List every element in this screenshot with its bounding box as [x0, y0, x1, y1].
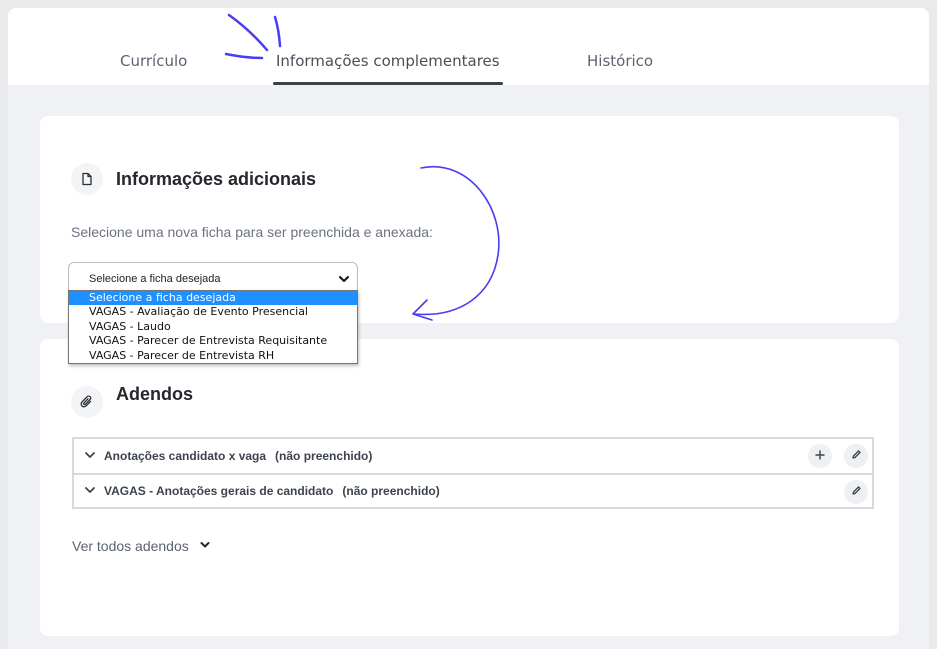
section-title-adendos: Adendos — [116, 384, 194, 404]
tab-curriculo[interactable]: Currículo — [120, 52, 187, 70]
pencil-icon — [851, 449, 862, 463]
adendos-list: Anotações candidato x vaga (não preenchi… — [72, 437, 874, 509]
edit-adendo-button[interactable] — [844, 480, 868, 504]
dropdown-option[interactable]: Selecione a ficha desejada — [69, 291, 357, 306]
tab-informacoes-complementares[interactable]: Informações complementares — [276, 52, 500, 70]
document-icon — [71, 163, 103, 195]
chevron-down-icon — [199, 538, 211, 554]
paperclip-icon — [71, 386, 103, 418]
dropdown-option[interactable]: VAGAS - Avaliação de Evento Presencial — [69, 305, 357, 319]
adendos-card: Adendos Anotações candidato x vaga (não … — [40, 339, 899, 636]
chevron-down-icon[interactable] — [84, 484, 96, 499]
select-hint: Selecione uma nova ficha para ser preenc… — [71, 224, 433, 240]
tab-bar: Currículo Informações complementares His… — [8, 8, 929, 85]
see-all-label: Ver todos adendos — [72, 538, 189, 554]
plus-icon — [815, 449, 825, 463]
list-item[interactable]: Anotações candidato x vaga (não preenchi… — [74, 439, 872, 473]
chevron-down-icon[interactable] — [84, 449, 96, 464]
adendo-name: Anotações candidato x vaga — [104, 449, 267, 463]
add-adendo-button[interactable] — [808, 444, 832, 468]
dropdown-option[interactable]: VAGAS - Laudo — [69, 320, 357, 334]
adendo-status: (não preenchido) — [275, 449, 373, 463]
section-title-info: Informações adicionais — [116, 169, 317, 189]
see-all-adendos-link[interactable]: Ver todos adendos — [72, 538, 211, 554]
adendo-status: (não preenchido) — [342, 484, 440, 498]
edit-adendo-button[interactable] — [844, 444, 868, 468]
ficha-select-value: Selecione a ficha desejada — [89, 273, 221, 285]
pencil-icon — [851, 485, 862, 499]
active-tab-indicator — [273, 82, 503, 85]
chevron-down-icon — [337, 272, 351, 289]
tab-historico[interactable]: Histórico — [587, 52, 653, 70]
ficha-dropdown-list[interactable]: Selecione a ficha desejada VAGAS - Avali… — [68, 290, 358, 364]
list-item[interactable]: VAGAS - Anotações gerais de candidato (n… — [74, 473, 872, 507]
dropdown-option[interactable]: VAGAS - Parecer de Entrevista RH — [69, 349, 357, 363]
dropdown-option[interactable]: VAGAS - Parecer de Entrevista Requisitan… — [69, 334, 357, 348]
adendo-name: VAGAS - Anotações gerais de candidato — [104, 484, 334, 498]
